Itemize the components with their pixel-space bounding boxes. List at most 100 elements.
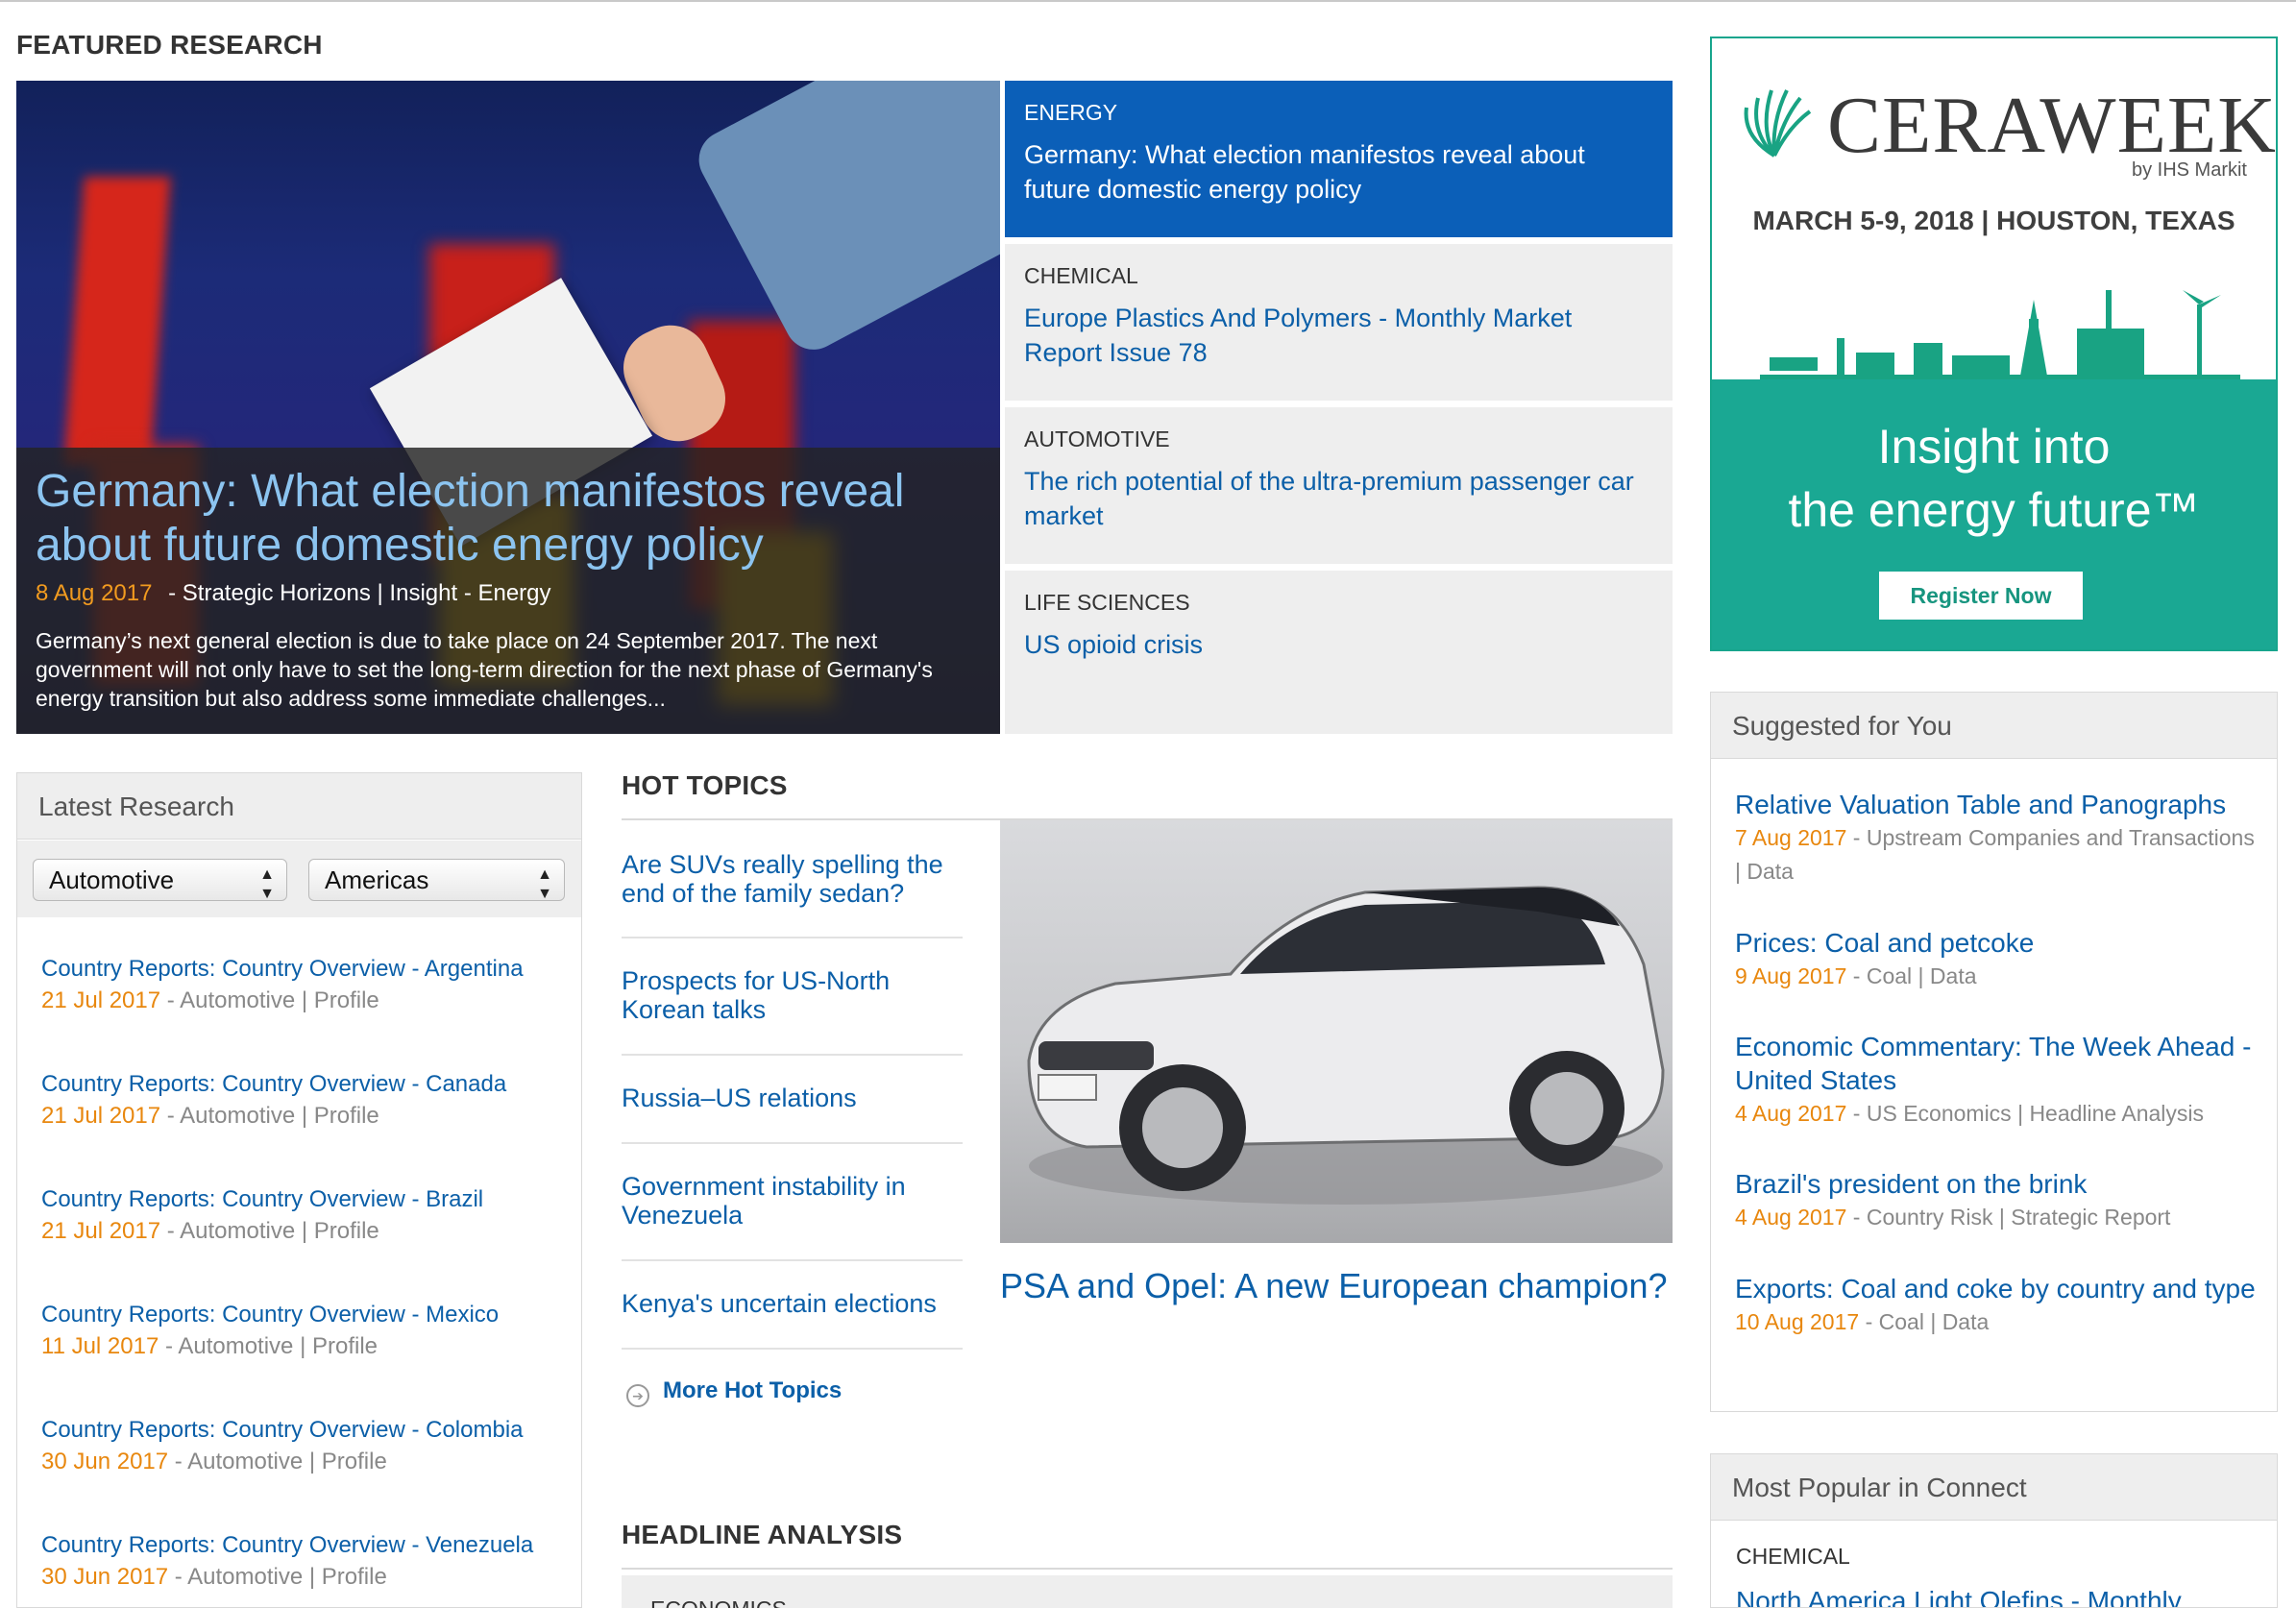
flag-stripe-red: [63, 177, 171, 465]
latest-item-title[interactable]: Country Reports: Country Overview - Arge…: [41, 955, 579, 984]
energy-skyline-icon: [1760, 290, 2240, 381]
latest-item-meta: Automotive | Profile: [180, 1103, 379, 1129]
suggested-item-title[interactable]: Exports: Coal and coke by country and ty…: [1735, 1272, 2263, 1305]
hot-topic-divider: [622, 1142, 963, 1144]
featured-item-life-sciences[interactable]: LIFE SCIENCES US opioid crisis: [1005, 571, 1673, 734]
latest-item[interactable]: Country Reports: Country Overview - Cana…: [41, 1070, 579, 1133]
latest-item-title[interactable]: Country Reports: Country Overview - Braz…: [41, 1185, 579, 1214]
latest-item-meta: Automotive | Profile: [178, 1333, 378, 1359]
featured-item-chemical[interactable]: CHEMICAL Europe Plastics And Polymers - …: [1005, 244, 1673, 401]
suggested-item-title[interactable]: Relative Valuation Table and Panographs: [1735, 788, 2263, 821]
featured-item-title[interactable]: Germany: What election manifestos reveal…: [1024, 137, 1653, 207]
latest-item-meta: Automotive | Profile: [180, 987, 379, 1013]
suggested-item[interactable]: Prices: Coal and petcoke 9 Aug 2017 - Co…: [1735, 926, 2263, 993]
latest-item-title[interactable]: Country Reports: Country Overview - Vene…: [41, 1531, 579, 1560]
featured-item-automotive[interactable]: AUTOMOTIVE The rich potential of the ult…: [1005, 407, 1673, 564]
featured-hero[interactable]: Germany: What election manifestos reveal…: [16, 81, 1000, 734]
hot-topic-divider: [622, 937, 963, 938]
featured-item-category: AUTOMOTIVE: [1024, 426, 1170, 451]
hot-topic-link[interactable]: Prospects for US-North Korean talks: [622, 966, 963, 1024]
suggested-item-date: 4 Aug 2017: [1735, 1205, 1847, 1230]
most-popular-panel: CHEMICAL North America Light Olefins - M…: [1710, 1521, 2278, 1608]
headline-divider: [622, 1568, 1673, 1570]
latest-item-title[interactable]: Country Reports: Country Overview - Colo…: [41, 1416, 579, 1445]
ad-by: by IHS Markit: [2131, 159, 2247, 181]
latest-item-title[interactable]: Country Reports: Country Overview - Mexi…: [41, 1301, 579, 1329]
suggested-item-date: 9 Aug 2017: [1735, 963, 1847, 988]
featured-item-title[interactable]: US opioid crisis: [1024, 627, 1653, 662]
latest-item[interactable]: Country Reports: Country Overview - Braz…: [41, 1185, 579, 1249]
latest-item-date: 30 Jun 2017: [41, 1449, 169, 1474]
feature-caption-link[interactable]: PSA and Opel: A new European champion?: [1000, 1266, 1673, 1306]
suggested-item-meta: US Economics | Headline Analysis: [1866, 1101, 2204, 1126]
suggested-item-date: 10 Aug 2017: [1735, 1309, 1860, 1334]
latest-item-date: 30 Jun 2017: [41, 1564, 169, 1590]
featured-heading: FEATURED RESEARCH: [16, 30, 323, 60]
featured-item-category: CHEMICAL: [1024, 263, 1138, 288]
suggested-item-title[interactable]: Economic Commentary: The Week Ahead - Un…: [1735, 1030, 2263, 1097]
industry-select-value: Automotive: [49, 865, 175, 894]
featured-item-category: LIFE SCIENCES: [1024, 590, 1190, 615]
latest-item-meta: Automotive | Profile: [187, 1564, 387, 1590]
hot-topic-link[interactable]: Russia–US relations: [622, 1084, 963, 1112]
select-arrows-icon: ▲ ▼: [537, 866, 552, 902]
ceraweek-ad[interactable]: CERAWEEK by IHS Markit MARCH 5-9, 2018 |…: [1710, 37, 2278, 651]
hero-title[interactable]: Germany: What election manifestos reveal…: [36, 465, 977, 573]
suggested-item[interactable]: Brazil's president on the brink 4 Aug 20…: [1735, 1167, 2263, 1234]
hot-topic-link[interactable]: Government instability in Venezuela: [622, 1172, 963, 1230]
latest-item[interactable]: Country Reports: Country Overview - Arge…: [41, 955, 579, 1018]
register-now-button[interactable]: Register Now: [1879, 572, 2083, 620]
latest-item[interactable]: Country Reports: Country Overview - Mexi…: [41, 1301, 579, 1364]
suggested-item-meta: Coal | Data: [1878, 1309, 1990, 1334]
suggested-item-title[interactable]: Prices: Coal and petcoke: [1735, 926, 2263, 960]
suggested-item-date: 4 Aug 2017: [1735, 1101, 1847, 1126]
industry-select[interactable]: Automotive ▲ ▼: [33, 859, 287, 902]
suggested-item[interactable]: Economic Commentary: The Week Ahead - Un…: [1735, 1030, 2263, 1131]
suggested-item-meta: Coal | Data: [1866, 963, 1977, 988]
hot-topic-link[interactable]: Kenya's uncertain elections: [622, 1289, 963, 1318]
headline-category: ECONOMICS: [650, 1596, 787, 1608]
hot-topic-link[interactable]: Are SUVs really spelling the end of the …: [622, 850, 963, 908]
suggested-item-date: 7 Aug 2017: [1735, 825, 1847, 850]
suggested-heading: Suggested for You: [1710, 692, 2278, 759]
suggested-item-title[interactable]: Brazil's president on the brink: [1735, 1167, 2263, 1201]
hero-source: - Strategic Horizons | Insight - Energy: [168, 580, 551, 606]
latest-item-meta: Automotive | Profile: [187, 1449, 387, 1474]
hero-meta: 8 Aug 2017 - Strategic Horizons | Insigh…: [36, 580, 551, 607]
popular-item-title[interactable]: North America Light Olefins - Monthly: [1736, 1586, 2182, 1607]
featured-item-energy[interactable]: ENERGY Germany: What election manifestos…: [1005, 81, 1673, 237]
region-select[interactable]: Americas ▲ ▼: [308, 859, 565, 902]
latest-item-meta: Automotive | Profile: [180, 1218, 379, 1244]
more-hot-topics-label: More Hot Topics: [663, 1377, 843, 1403]
ad-tagline: Insight into the energy future™: [1712, 415, 2276, 542]
more-hot-topics-link[interactable]: ➔ More Hot Topics: [626, 1377, 842, 1407]
latest-item[interactable]: Country Reports: Country Overview - Colo…: [41, 1416, 579, 1479]
ad-brand: CERAWEEK: [1827, 81, 2277, 170]
ad-tagline-line2: the energy future™: [1788, 483, 2200, 537]
featured-item-title[interactable]: The rich potential of the ultra-premium …: [1024, 464, 1653, 533]
suggested-item[interactable]: Relative Valuation Table and Panographs …: [1735, 788, 2263, 889]
car-feature-image[interactable]: [1000, 820, 1673, 1243]
hot-topics-heading: HOT TOPICS: [622, 770, 788, 800]
latest-item-date: 21 Jul 2017: [41, 1103, 161, 1129]
popular-category: CHEMICAL: [1736, 1544, 1850, 1569]
latest-item-date: 11 Jul 2017: [41, 1333, 159, 1359]
featured-item-title[interactable]: Europe Plastics And Polymers - Monthly M…: [1024, 301, 1653, 370]
sleeve-image: [689, 81, 1000, 360]
ad-date: MARCH 5-9, 2018 | HOUSTON, TEXAS: [1752, 206, 2235, 235]
top-divider: [0, 0, 2296, 2]
latest-item[interactable]: Country Reports: Country Overview - Vene…: [41, 1531, 579, 1595]
latest-item-date: 21 Jul 2017: [41, 987, 161, 1013]
ceraweek-logo-icon: [1744, 89, 1812, 158]
suggested-item[interactable]: Exports: Coal and coke by country and ty…: [1735, 1272, 2263, 1339]
arrow-circle-icon: ➔: [626, 1384, 649, 1407]
latest-item-title[interactable]: Country Reports: Country Overview - Cana…: [41, 1070, 579, 1099]
select-arrows-icon: ▲ ▼: [259, 866, 275, 902]
hero-summary: Germany’s next general election is due t…: [36, 628, 933, 711]
latest-research-heading: Latest Research: [16, 772, 582, 840]
ad-tagline-line1: Insight into: [1877, 420, 2111, 474]
headline-first-item[interactable]: ECONOMICS: [622, 1575, 1673, 1608]
most-popular-heading: Most Popular in Connect: [1710, 1453, 2278, 1521]
car-illustration-icon: [1027, 886, 1665, 1205]
region-select-value: Americas: [325, 865, 429, 894]
